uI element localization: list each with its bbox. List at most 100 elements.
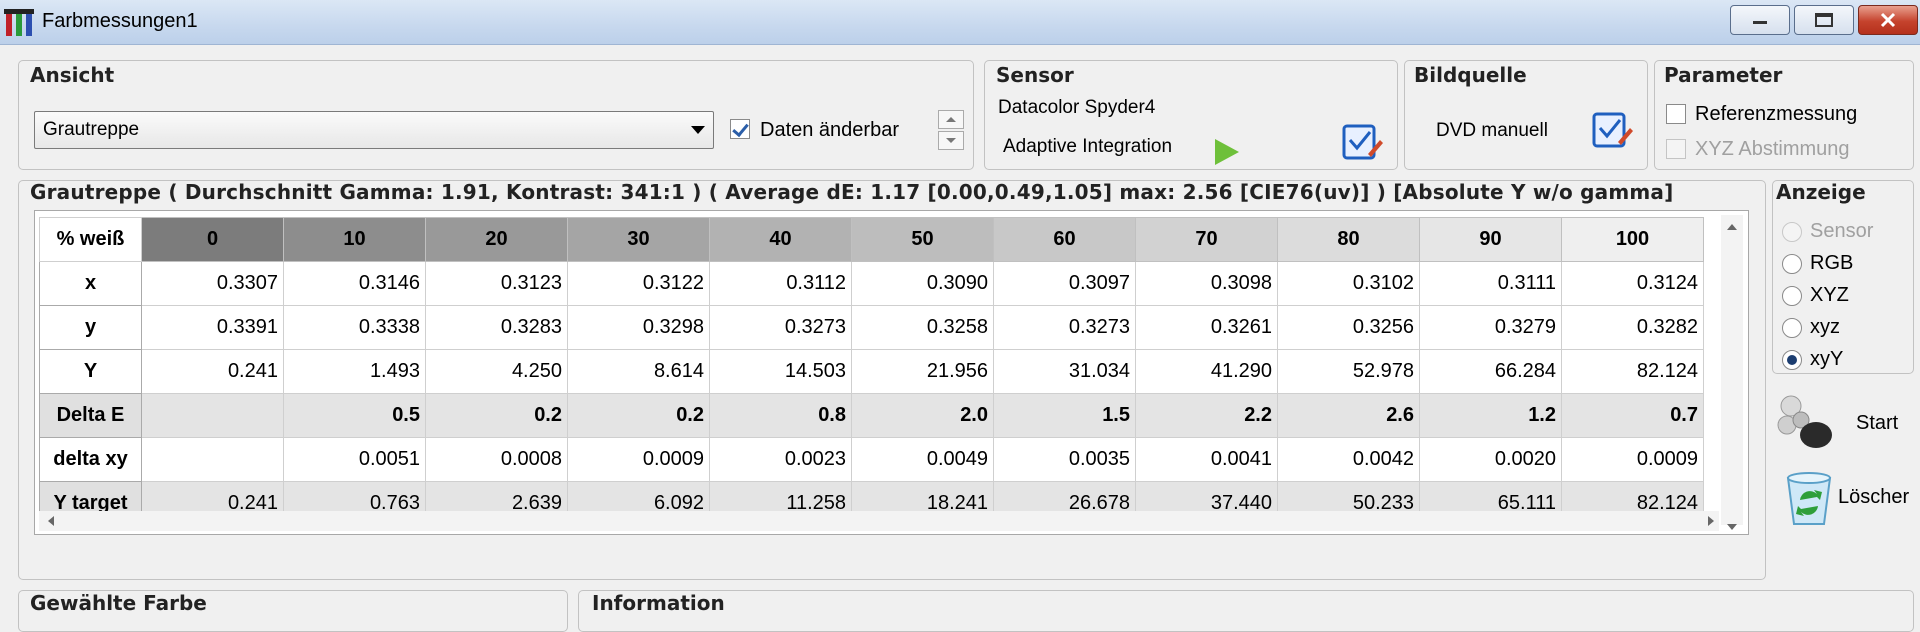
table-cell[interactable]: 4.250 — [425, 349, 568, 394]
column-header[interactable]: 10 — [283, 217, 426, 262]
table-cell[interactable]: 0.5 — [283, 393, 426, 438]
scroll-down-icon[interactable] — [1721, 517, 1743, 537]
table-cell[interactable]: 0.3098 — [1135, 261, 1278, 306]
table-cell[interactable]: 0.3097 — [993, 261, 1136, 306]
table-cell[interactable]: 0.3338 — [283, 305, 426, 350]
table-cell[interactable]: 0.3282 — [1561, 305, 1704, 350]
table-cell[interactable]: 0.3273 — [993, 305, 1136, 350]
table-cell[interactable]: 0.0051 — [283, 437, 426, 482]
start-label[interactable]: Start — [1856, 412, 1898, 435]
table-cell[interactable]: 0.3146 — [283, 261, 426, 306]
xyz-abstimmung-checkbox[interactable] — [1666, 139, 1686, 159]
start-icon[interactable] — [1776, 392, 1836, 452]
table-cell[interactable]: 0.3122 — [567, 261, 710, 306]
scroll-up-icon[interactable] — [1721, 217, 1743, 237]
table-cell[interactable] — [141, 437, 284, 482]
close-button[interactable] — [1858, 5, 1918, 35]
table-cell[interactable]: 0.241 — [141, 349, 284, 394]
table-cell[interactable]: 0.3124 — [1561, 261, 1704, 306]
sensor-device: Datacolor Spyder4 — [998, 97, 1156, 118]
table-cell[interactable]: 0.0008 — [425, 437, 568, 482]
table-cell[interactable]: 0.0020 — [1419, 437, 1562, 482]
table-cell[interactable]: 82.124 — [1561, 349, 1704, 394]
table-cell[interactable]: 0.0023 — [709, 437, 852, 482]
column-header[interactable]: 0 — [141, 217, 284, 262]
table-cell[interactable]: 8.614 — [567, 349, 710, 394]
referenzmessung-label: Referenzmessung — [1695, 103, 1858, 125]
table-cell[interactable]: 0.3298 — [567, 305, 710, 350]
table-cell[interactable]: 0.0009 — [567, 437, 710, 482]
table-cell[interactable]: 1.493 — [283, 349, 426, 394]
table-cell[interactable] — [141, 393, 284, 438]
scroll-right-icon[interactable] — [1701, 511, 1721, 531]
loeschen-label[interactable]: Löscher — [1838, 486, 1909, 509]
table-cell[interactable]: 0.3102 — [1277, 261, 1420, 306]
view-spinner[interactable] — [938, 110, 964, 150]
vertical-scrollbar[interactable] — [1721, 215, 1743, 530]
table-cell[interactable]: 0.7 — [1561, 393, 1704, 438]
table-cell[interactable]: 41.290 — [1135, 349, 1278, 394]
column-header[interactable]: 30 — [567, 217, 710, 262]
bildquelle-edit-icon[interactable] — [1590, 108, 1634, 152]
app-icon — [4, 9, 34, 36]
table-cell[interactable]: 0.3273 — [709, 305, 852, 350]
table-cell[interactable]: 0.3123 — [425, 261, 568, 306]
table-cell[interactable]: 52.978 — [1277, 349, 1420, 394]
table-cell[interactable]: 14.503 — [709, 349, 852, 394]
table-cell[interactable]: 21.956 — [851, 349, 994, 394]
radio-label-xyz: xyz — [1810, 316, 1840, 338]
table-cell[interactable]: 0.0042 — [1277, 437, 1420, 482]
table-cell[interactable]: 0.3258 — [851, 305, 994, 350]
column-header[interactable]: 50 — [851, 217, 994, 262]
column-header[interactable]: 40 — [709, 217, 852, 262]
table-cell[interactable]: 0.3261 — [1135, 305, 1278, 350]
table-cell[interactable]: 2.0 — [851, 393, 994, 438]
radio-rgb[interactable] — [1782, 254, 1802, 274]
table-cell[interactable]: 0.2 — [425, 393, 568, 438]
table-cell[interactable]: 0.0049 — [851, 437, 994, 482]
column-header[interactable]: 90 — [1419, 217, 1562, 262]
table-cell[interactable]: 0.0041 — [1135, 437, 1278, 482]
sensor-edit-icon[interactable] — [1340, 120, 1384, 164]
table-cell[interactable]: 0.3283 — [425, 305, 568, 350]
table-cell[interactable]: 2.6 — [1277, 393, 1420, 438]
scroll-left-icon[interactable] — [41, 511, 61, 531]
table-cell[interactable]: 0.3256 — [1277, 305, 1420, 350]
table-cell[interactable]: 0.3112 — [709, 261, 852, 306]
table-cell[interactable]: 0.3090 — [851, 261, 994, 306]
table-cell[interactable]: 0.3391 — [141, 305, 284, 350]
minimize-button[interactable] — [1730, 5, 1790, 35]
spin-up-button[interactable] — [938, 110, 964, 129]
table-cell[interactable]: 0.2 — [567, 393, 710, 438]
table-cell[interactable]: 0.0035 — [993, 437, 1136, 482]
radio-sensor[interactable] — [1782, 222, 1802, 242]
column-header[interactable]: 100 — [1561, 217, 1704, 262]
table-cell[interactable]: 2.2 — [1135, 393, 1278, 438]
daten-aenderbar-checkbox[interactable] — [730, 119, 750, 139]
table-cell[interactable]: 1.5 — [993, 393, 1136, 438]
recycle-bin-icon[interactable] — [1780, 466, 1838, 528]
radio-xyz[interactable] — [1782, 318, 1802, 338]
maximize-button[interactable] — [1794, 5, 1854, 35]
table-cell[interactable]: 0.0009 — [1561, 437, 1704, 482]
table-cell[interactable]: 66.284 — [1419, 349, 1562, 394]
table-cell[interactable]: 0.3111 — [1419, 261, 1562, 306]
column-header[interactable]: 80 — [1277, 217, 1420, 262]
view-select[interactable]: Grautreppe — [34, 111, 714, 149]
table-cell[interactable]: 1.2 — [1419, 393, 1562, 438]
sensor-mode: Adaptive Integration — [1003, 136, 1173, 157]
column-header[interactable]: 70 — [1135, 217, 1278, 262]
horizontal-scrollbar[interactable] — [39, 511, 1719, 531]
gewaehlte-farbe-title: Gewählte Farbe — [30, 591, 207, 615]
radio-xyy[interactable] — [1782, 350, 1802, 370]
referenzmessung-checkbox[interactable] — [1666, 104, 1686, 124]
play-icon[interactable] — [1215, 139, 1239, 165]
column-header[interactable]: 20 — [425, 217, 568, 262]
table-cell[interactable]: 0.3279 — [1419, 305, 1562, 350]
spin-down-button[interactable] — [938, 131, 964, 150]
table-cell[interactable]: 0.8 — [709, 393, 852, 438]
table-cell[interactable]: 0.3307 — [141, 261, 284, 306]
column-header[interactable]: 60 — [993, 217, 1136, 262]
radio-xyz[interactable] — [1782, 286, 1802, 306]
table-cell[interactable]: 31.034 — [993, 349, 1136, 394]
